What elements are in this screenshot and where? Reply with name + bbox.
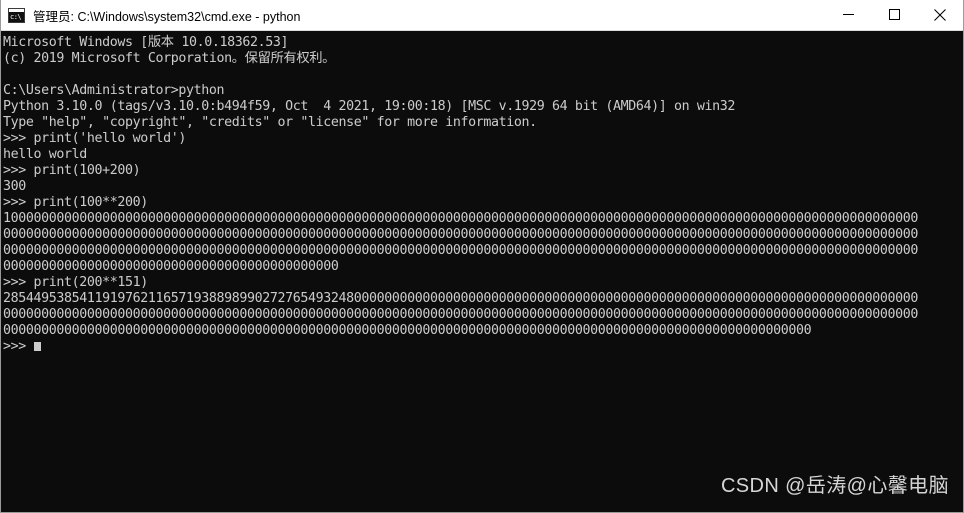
console-text: Microsoft Windows [版本 10.0.18362.53] (c) …	[3, 35, 963, 355]
console-output-area[interactable]: Microsoft Windows [版本 10.0.18362.53] (c) …	[1, 31, 963, 512]
maximize-button[interactable]	[871, 0, 917, 29]
watermark-label: CSDN @岳涛@心馨电脑	[720, 475, 949, 497]
console-line: 0000000000000000000000000000000000000000…	[3, 227, 919, 242]
console-line: C:\Users\Administrator>python	[3, 83, 225, 98]
close-icon	[934, 8, 946, 21]
console-line: >>> print('hello world')	[3, 131, 187, 146]
window-title: 管理员: C:\Windows\system32\cmd.exe - pytho…	[33, 9, 301, 24]
console-line: 0000000000000000000000000000000000000000…	[3, 259, 339, 274]
console-line: Python 3.10.0 (tags/v3.10.0:b494f59, Oct…	[3, 99, 736, 114]
console-line: 0000000000000000000000000000000000000000…	[3, 307, 919, 322]
title-bar[interactable]: c:\ 管理员: C:\Windows\system32\cmd.exe - p…	[1, 0, 963, 31]
cmd-window: c:\ 管理员: C:\Windows\system32\cmd.exe - p…	[0, 0, 964, 513]
console-line: hello world	[3, 147, 87, 162]
console-line: 0000000000000000000000000000000000000000…	[3, 323, 812, 338]
close-button[interactable]	[917, 0, 963, 29]
console-line: >>> print(100**200)	[3, 195, 148, 210]
console-line: 300	[3, 179, 26, 194]
console-line: Type "help", "copyright", "credits" or "…	[3, 115, 537, 130]
console-line: (c) 2019 Microsoft Corporation。保留所有权利。	[3, 51, 336, 66]
icon-prompt-glyph: c:\	[10, 12, 22, 21]
console-line: 1000000000000000000000000000000000000000…	[3, 211, 919, 226]
minimize-icon	[842, 14, 854, 15]
console-line: 2854495385411919762116571938898990272765…	[3, 291, 919, 306]
console-line: 0000000000000000000000000000000000000000…	[3, 243, 919, 258]
text-cursor	[33, 342, 41, 351]
console-line: Microsoft Windows [版本 10.0.18362.53]	[3, 35, 289, 50]
window-controls	[825, 0, 963, 29]
minimize-button[interactable]	[825, 0, 871, 29]
console-line: >>> print(100+200)	[3, 163, 141, 178]
cmd-console-icon: c:\	[8, 7, 25, 23]
console-line: >>>	[3, 339, 963, 355]
maximize-icon	[888, 9, 900, 20]
console-line: >>> print(200**151)	[3, 275, 148, 290]
